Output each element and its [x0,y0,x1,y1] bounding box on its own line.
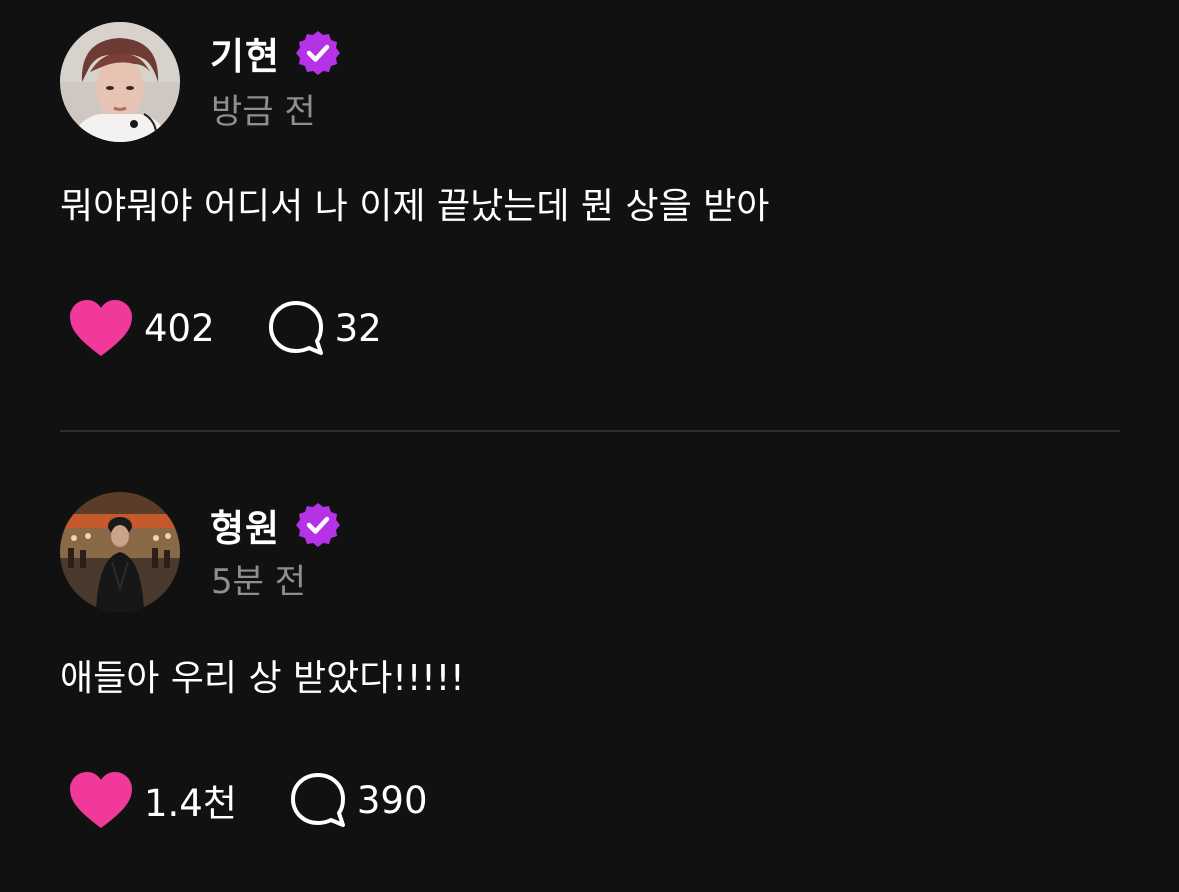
comment-button[interactable]: 32 [267,299,382,357]
comment-bubble-icon [267,299,325,357]
like-button[interactable]: 1.4천 [68,770,237,830]
comment-count: 32 [334,306,382,350]
post-card[interactable]: 형원 5분 전 애들아 우리 상 받았다!!!!! 1.4천 390 [0,432,1179,892]
author-name[interactable]: 기현 [210,26,280,80]
avatar[interactable] [60,492,180,612]
comment-button[interactable]: 390 [289,771,428,829]
feed: 기현 방금 전 뭐야뭐야 어디서 나 이제 끝났는데 뭔 상을 받아 402 3… [0,0,1179,892]
verified-badge-icon [294,29,342,77]
post-timestamp: 방금 전 [211,92,316,132]
post-actions: 402 32 [68,298,382,358]
like-count: 1.4천 [144,782,237,825]
like-count: 402 [144,306,215,350]
post-actions: 1.4천 390 [68,770,428,830]
avatar-image [60,22,180,142]
post-text: 뭐야뭐야 어디서 나 이제 끝났는데 뭔 상을 받아 [60,186,770,227]
comment-bubble-icon [289,771,347,829]
verified-badge-icon [294,501,342,549]
author-name[interactable]: 형원 [210,498,280,552]
avatar-image [60,492,180,612]
post-card[interactable]: 기현 방금 전 뭐야뭐야 어디서 나 이제 끝났는데 뭔 상을 받아 402 3… [0,0,1179,430]
heart-icon [68,298,134,358]
avatar[interactable] [60,22,180,142]
like-button[interactable]: 402 [68,298,215,358]
comment-count: 390 [356,778,428,822]
post-text: 애들아 우리 상 받았다!!!!! [60,658,465,699]
heart-icon [68,770,134,830]
post-timestamp: 5분 전 [211,562,306,602]
